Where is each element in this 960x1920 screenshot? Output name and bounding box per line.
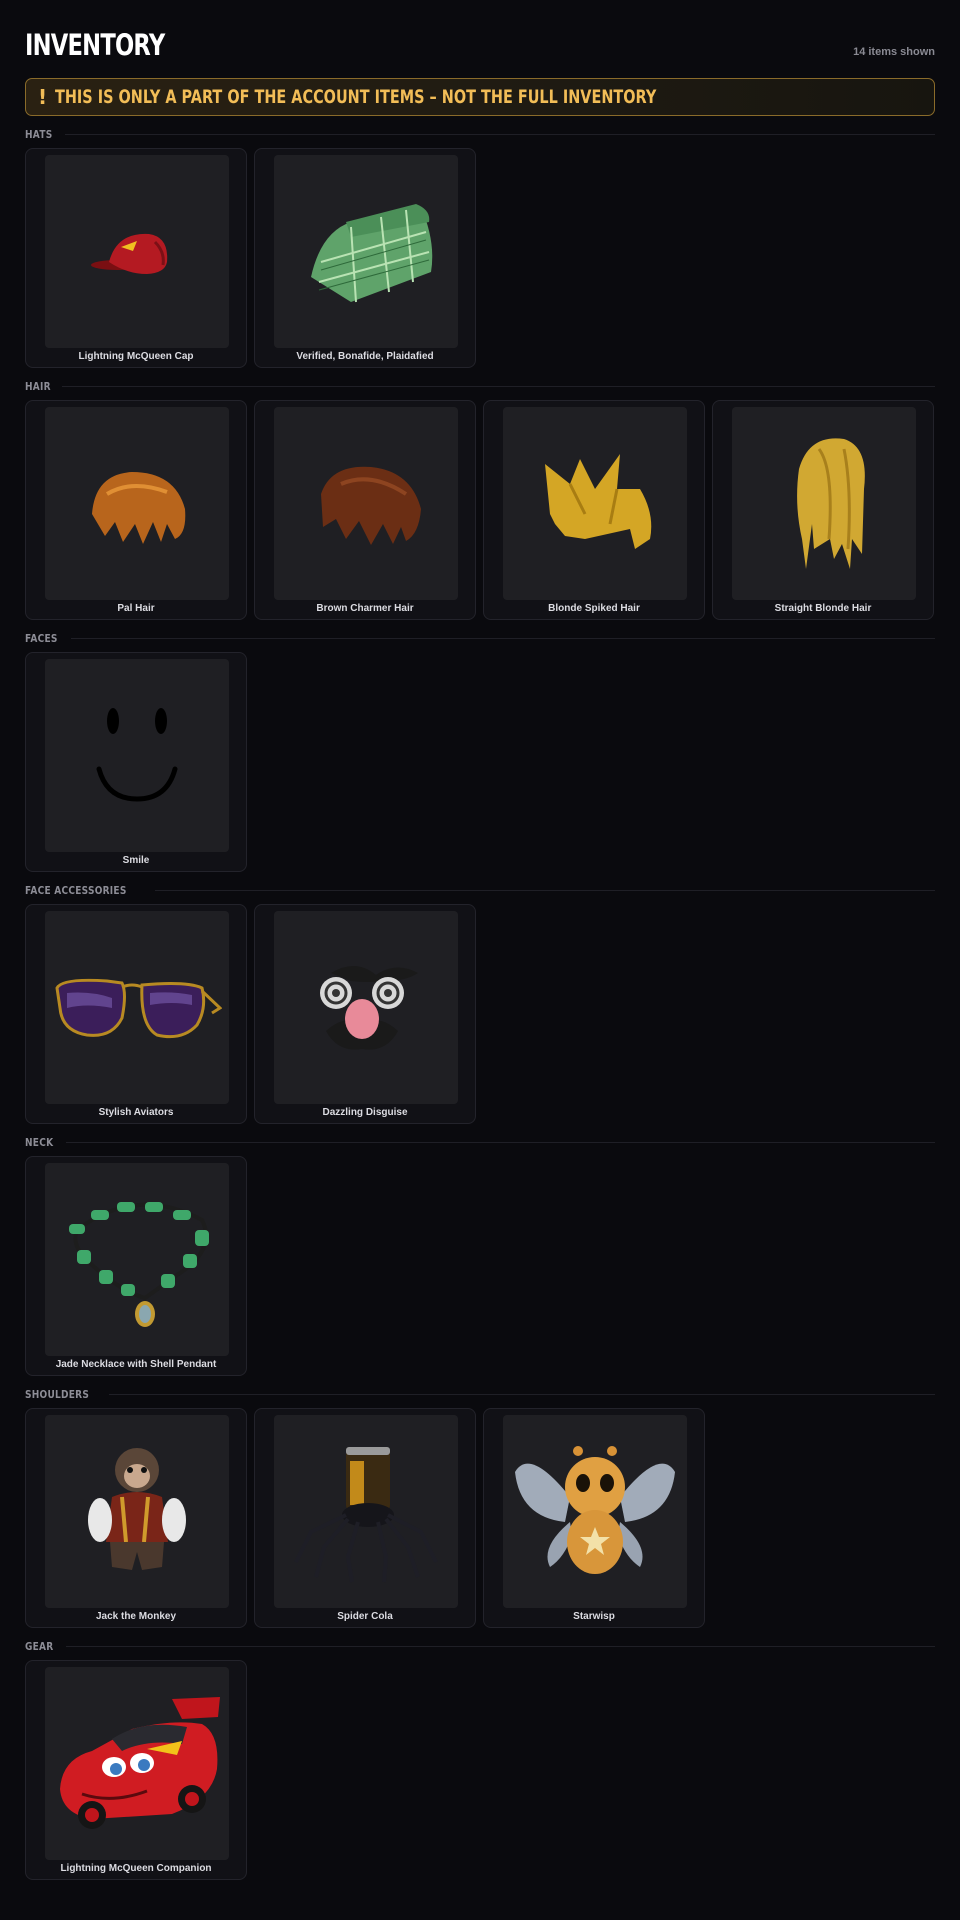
spiked-hair-icon [545,453,652,549]
item-label: Verified, Bonafide, Plaidafied [296,351,434,362]
section-gear: GEAR Lightning McQueen Companion [25,1638,935,1880]
disguise-glasses-icon [320,965,418,1050]
item-label: Spider Cola [337,1611,393,1622]
item-label: Jade Necklace with Shell Pendant [55,1359,217,1370]
orange-hair-icon [92,471,186,544]
divider [65,1645,935,1647]
section-neck: NECK Jade Necklace with Shell Pendant [25,1134,935,1376]
item-thumbnail [45,911,229,1104]
plaid-cap-icon [311,203,433,302]
item-thumbnail [45,1163,229,1356]
item-thumbnail [732,407,916,600]
section-face-accessories: FACE ACCESSORIES Stylish Aviators Dazzli… [25,882,935,1124]
divider [65,1141,935,1143]
divider [64,133,935,135]
warning-text: THIS IS ONLY A PART OF THE ACCOUNT ITEMS… [55,86,657,108]
item-thumbnail [45,659,229,852]
item-card-jack-the-monkey[interactable]: Jack the Monkey [25,1408,247,1628]
item-label: Jack the Monkey [95,1611,177,1622]
exclamation-icon: ! [38,85,48,109]
item-thumbnail [503,407,687,600]
section-label: HATS [25,127,53,141]
item-label: Straight Blonde Hair [774,603,872,614]
divider [62,385,935,387]
warning-banner: ! THIS IS ONLY A PART OF THE ACCOUNT ITE… [25,78,935,116]
item-thumbnail [45,1667,229,1860]
divider [154,889,935,891]
item-card-brown-charmer-hair[interactable]: Brown Charmer Hair [254,400,476,620]
aviators-icon [55,978,222,1038]
item-label: Lightning McQueen Companion [60,1863,212,1874]
item-card-jade-necklace[interactable]: Jade Necklace with Shell Pendant [25,1156,247,1376]
inventory-page: INVENTORY 14 items shown ! THIS IS ONLY … [0,0,960,1920]
section-label: HAIR [25,379,51,393]
item-card-blonde-spiked-hair[interactable]: Blonde Spiked Hair [483,400,705,620]
item-label: Dazzling Disguise [322,1107,408,1118]
item-card-starwisp[interactable]: Starwisp [483,1408,705,1628]
divider [70,637,935,639]
race-car-icon [60,1696,220,1829]
spider-cola-icon [294,1446,438,1582]
item-card-stylish-aviators[interactable]: Stylish Aviators [25,904,247,1124]
item-card-pal-hair[interactable]: Pal Hair [25,400,247,620]
header: INVENTORY 14 items shown [25,0,935,62]
section-label: SHOULDERS [25,1387,90,1401]
item-label: Blonde Spiked Hair [548,603,640,614]
divider [109,1393,935,1395]
item-card-lightning-mcqueen-companion[interactable]: Lightning McQueen Companion [25,1660,247,1880]
item-card-lightning-mcqueen-cap[interactable]: Lightning McQueen Cap [25,148,247,368]
item-label: Brown Charmer Hair [316,603,414,614]
brown-hair-icon [321,466,421,545]
section-hair: HAIR Pal Hair Brown Charmer Hair Blonde … [25,378,935,620]
section-hats: HATS Lightning McQueen Cap Verified, Bon… [25,126,935,368]
item-label: Lightning McQueen Cap [78,351,194,362]
item-card-smile[interactable]: Smile [25,652,247,872]
item-thumbnail [45,1415,229,1608]
item-thumbnail [274,155,458,348]
starwisp-icon [515,1445,675,1574]
section-label: GEAR [25,1639,54,1653]
item-thumbnail [274,1415,458,1608]
item-count: 14 items shown [853,46,935,58]
section-label: FACES [25,631,58,645]
item-label: Pal Hair [117,603,155,614]
section-faces: FACES Smile [25,630,935,872]
item-thumbnail [503,1415,687,1608]
section-shoulders: SHOULDERS Jack the Monkey Spider Cola St… [25,1386,935,1628]
section-label: FACE ACCESSORIES [25,883,127,897]
jade-necklace-icon [69,1201,209,1327]
item-thumbnail [45,155,229,348]
item-label: Starwisp [573,1611,615,1622]
item-thumbnail [274,911,458,1104]
item-card-straight-blonde-hair[interactable]: Straight Blonde Hair [712,400,934,620]
item-thumbnail [274,407,458,600]
item-label: Smile [122,855,150,866]
red-cap-icon [91,233,168,274]
page-title: INVENTORY [25,28,165,62]
monkey-icon [88,1447,186,1570]
section-label: NECK [25,1135,54,1149]
item-card-dazzling-disguise[interactable]: Dazzling Disguise [254,904,476,1124]
item-thumbnail [45,407,229,600]
straight-hair-icon [797,437,865,569]
item-card-plaid-cap[interactable]: Verified, Bonafide, Plaidafied [254,148,476,368]
item-card-spider-cola[interactable]: Spider Cola [254,1408,476,1628]
item-label: Stylish Aviators [98,1107,174,1118]
smile-face-icon [96,707,178,802]
